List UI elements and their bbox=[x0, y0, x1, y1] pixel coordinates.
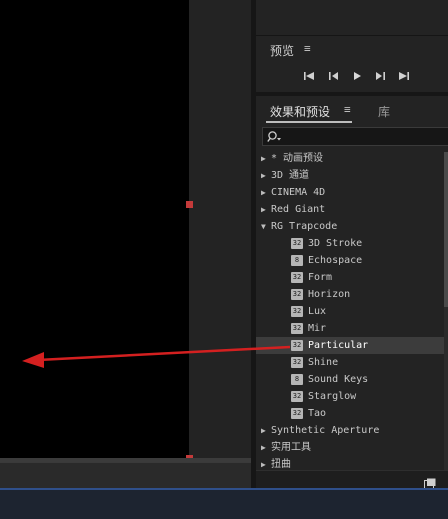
effect-item[interactable]: 32 Starglow bbox=[256, 388, 444, 405]
effect-item[interactable]: 8 Sound Keys bbox=[256, 371, 444, 388]
category-item[interactable]: ▶ CINEMA 4D bbox=[256, 184, 444, 201]
category-item[interactable]: ▶ 实用工具 bbox=[256, 439, 444, 456]
info-panel bbox=[256, 0, 448, 36]
effect-item[interactable]: 32 Mir bbox=[256, 320, 444, 337]
effect-bitdepth-icon: 8 bbox=[291, 374, 303, 385]
viewer-toolbar bbox=[0, 462, 251, 489]
effect-item[interactable]: 32 Particular bbox=[256, 337, 444, 354]
preview-menu-icon[interactable]: ≡ bbox=[304, 42, 311, 55]
triangle-right-icon[interactable]: ▶ bbox=[261, 439, 266, 456]
effect-item[interactable]: 32 Form bbox=[256, 269, 444, 286]
effects-search-input[interactable] bbox=[262, 127, 448, 146]
triangle-right-icon[interactable]: ▶ bbox=[261, 201, 266, 218]
effect-bitdepth-icon: 32 bbox=[291, 289, 303, 300]
effect-bitdepth-icon: 32 bbox=[291, 272, 303, 283]
tree-item-label: Horizon bbox=[308, 289, 351, 300]
effects-tree: ▶ * 动画预设 ▶ 3D 通道 ▶ CINEMA 4D ▶ Red Giant ▼ RG Tra… bbox=[256, 150, 444, 470]
tree-item-label: Mir bbox=[308, 323, 327, 334]
last-frame-icon[interactable] bbox=[395, 69, 413, 83]
first-frame-icon[interactable] bbox=[300, 69, 318, 83]
tree-item-label: Form bbox=[308, 272, 333, 283]
tree-item-label: Lux bbox=[308, 306, 327, 317]
composition-viewer[interactable] bbox=[0, 0, 189, 458]
effect-bitdepth-icon: 32 bbox=[291, 306, 303, 317]
search-icon bbox=[267, 129, 281, 143]
tree-item-label: Sound Keys bbox=[308, 374, 369, 385]
layer-handle-mid[interactable] bbox=[186, 201, 193, 208]
tree-item-label: Shine bbox=[308, 357, 339, 368]
triangle-right-icon[interactable]: ▶ bbox=[261, 184, 266, 201]
tree-item-label: Synthetic Aperture bbox=[271, 425, 380, 436]
effect-bitdepth-icon: 32 bbox=[291, 238, 303, 249]
effect-bitdepth-icon: 32 bbox=[291, 357, 303, 368]
category-item[interactable]: ▼ RG Trapcode bbox=[256, 218, 444, 235]
tree-item-label: 实用工具 bbox=[271, 442, 311, 453]
effect-item[interactable]: 32 Lux bbox=[256, 303, 444, 320]
tree-item-label: Particular bbox=[308, 340, 369, 351]
new-folder-icon[interactable] bbox=[424, 474, 436, 489]
category-item[interactable]: ▶ * 动画预设 bbox=[256, 150, 444, 167]
preview-panel: 预览 ≡ bbox=[256, 36, 448, 92]
tree-item-label: Red Giant bbox=[271, 204, 326, 215]
effects-presets-panel: 效果和预设 ≡ 库 ▶ * 动画预设 ▶ 3D 通道 ▶ CINEMA 4D ▶ Red Gi… bbox=[256, 96, 448, 489]
triangle-right-icon[interactable]: ▶ bbox=[261, 150, 266, 167]
tree-item-label: Starglow bbox=[308, 391, 357, 402]
effect-item[interactable]: 32 Horizon bbox=[256, 286, 444, 303]
category-item[interactable]: ▶ Synthetic Aperture bbox=[256, 422, 444, 439]
effect-item[interactable]: 32 3D Stroke bbox=[256, 235, 444, 252]
effect-item[interactable]: 32 Shine bbox=[256, 354, 444, 371]
category-item[interactable]: ▶ 3D 通道 bbox=[256, 167, 444, 184]
tree-item-label: 3D 通道 bbox=[271, 170, 310, 181]
effect-bitdepth-icon: 8 bbox=[291, 255, 303, 266]
tree-item-label: * 动画预设 bbox=[271, 153, 324, 164]
viewer-side-strip bbox=[189, 0, 251, 462]
tree-item-label: Echospace bbox=[308, 255, 363, 266]
effects-menu-icon[interactable]: ≡ bbox=[344, 103, 351, 116]
triangle-down-icon[interactable]: ▼ bbox=[261, 218, 266, 235]
effect-bitdepth-icon: 32 bbox=[291, 323, 303, 334]
effect-bitdepth-icon: 32 bbox=[291, 408, 303, 419]
active-tab-underline bbox=[266, 121, 352, 123]
tab-effects-presets[interactable]: 效果和预设 bbox=[270, 103, 330, 120]
status-bar bbox=[0, 488, 448, 519]
next-frame-icon[interactable] bbox=[371, 69, 389, 83]
tree-item-label: Tao bbox=[308, 408, 327, 419]
tree-item-label: 3D Stroke bbox=[308, 238, 363, 249]
effect-bitdepth-icon: 32 bbox=[291, 391, 303, 402]
tab-library[interactable]: 库 bbox=[378, 103, 390, 120]
effect-item[interactable]: 32 Tao bbox=[256, 405, 444, 422]
effects-scrollbar-thumb[interactable] bbox=[444, 152, 448, 307]
tree-item-label: CINEMA 4D bbox=[271, 187, 326, 198]
tree-item-label: RG Trapcode bbox=[271, 221, 338, 232]
triangle-right-icon[interactable]: ▶ bbox=[261, 167, 266, 184]
triangle-right-icon[interactable]: ▶ bbox=[261, 422, 266, 439]
play-icon[interactable] bbox=[348, 69, 366, 83]
preview-panel-title[interactable]: 预览 bbox=[270, 42, 294, 59]
prev-frame-icon[interactable] bbox=[325, 69, 343, 83]
category-item[interactable]: ▶ Red Giant bbox=[256, 201, 444, 218]
effects-panel-footer bbox=[256, 470, 448, 489]
effect-bitdepth-icon: 32 bbox=[291, 340, 303, 351]
effect-item[interactable]: 8 Echospace bbox=[256, 252, 444, 269]
